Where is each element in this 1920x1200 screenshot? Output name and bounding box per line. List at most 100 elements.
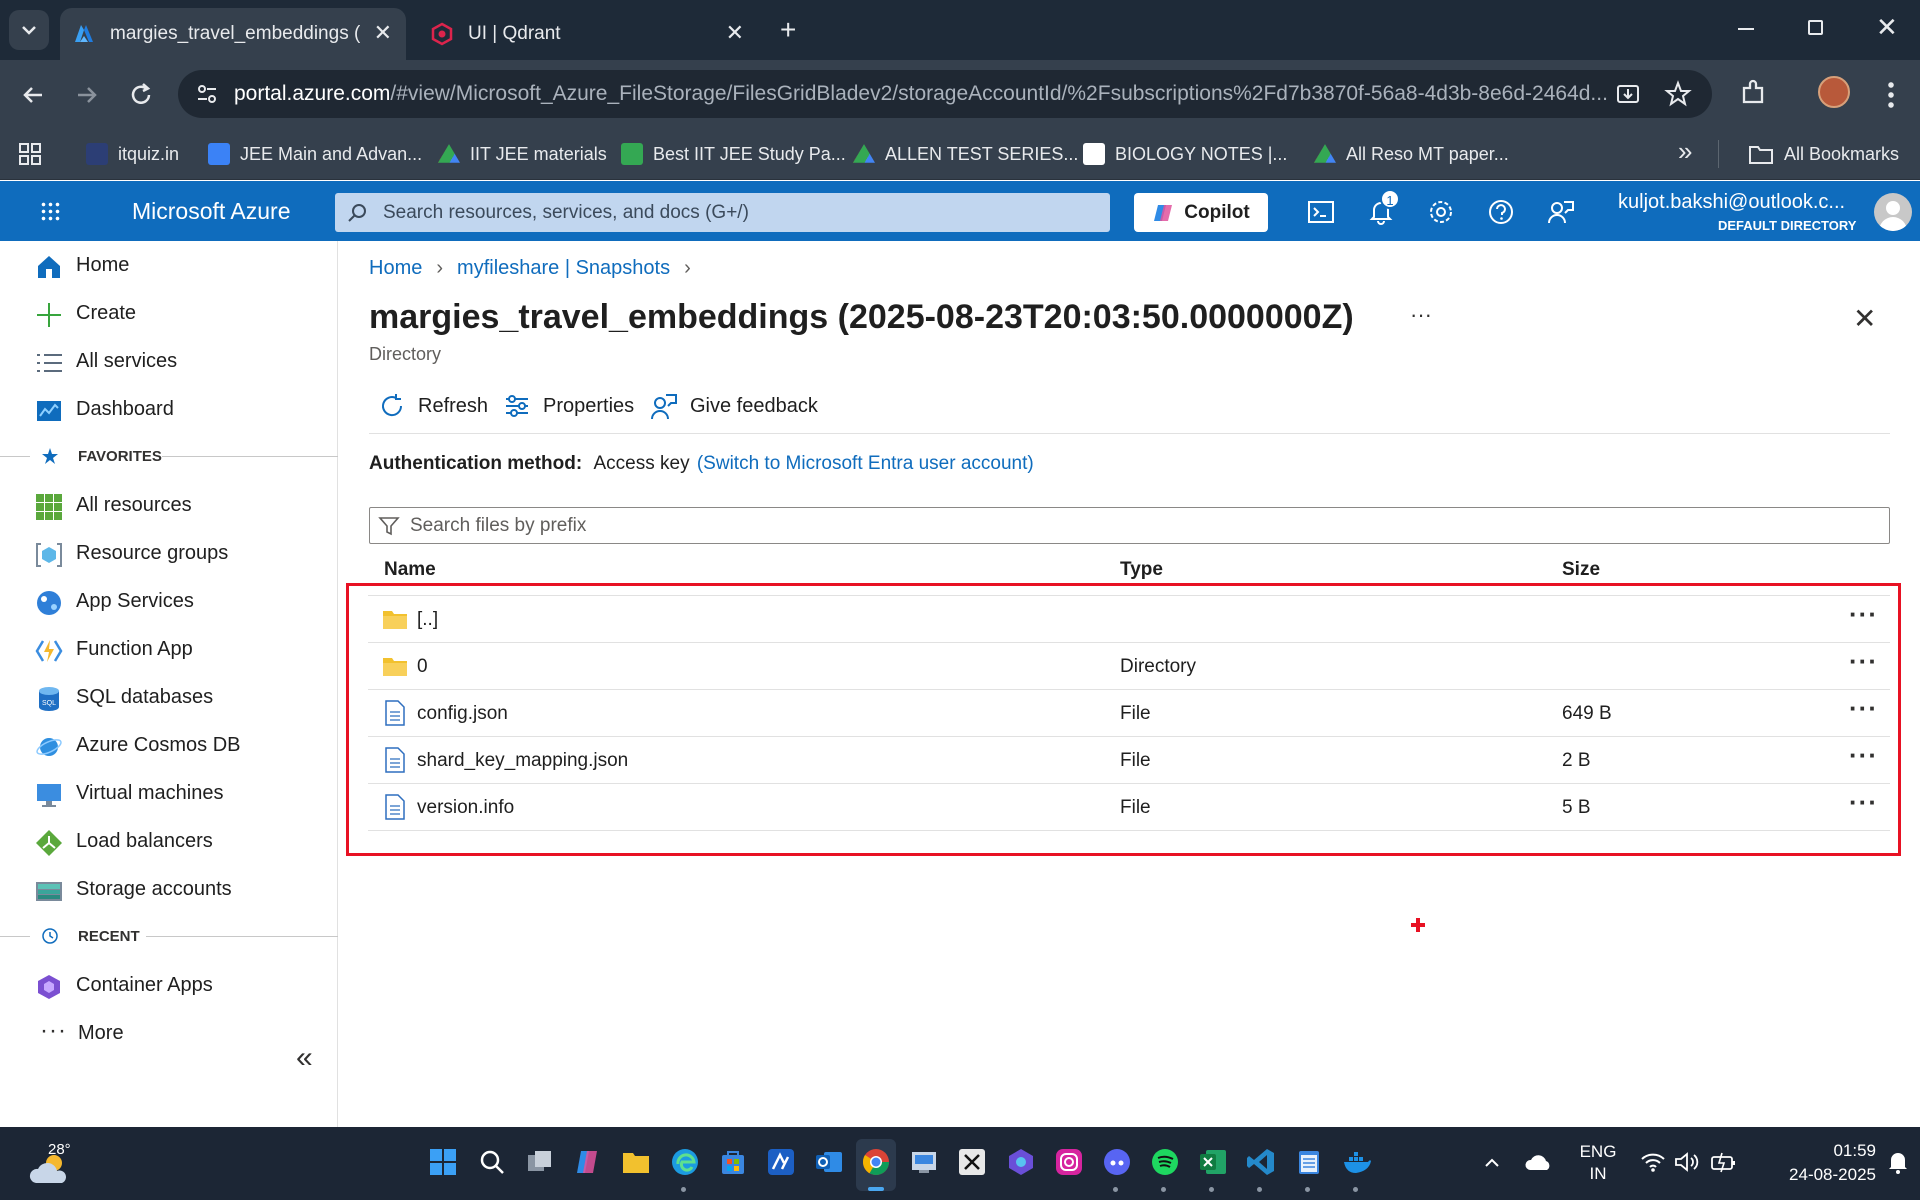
browser-menu-icon[interactable] <box>1888 80 1894 108</box>
breadcrumb-snapshots[interactable]: myfileshare | Snapshots <box>457 257 670 280</box>
store-icon[interactable] <box>718 1147 748 1177</box>
column-header-size[interactable]: Size <box>1562 559 1600 581</box>
apps-grid-icon[interactable] <box>18 142 42 166</box>
instagram-icon[interactable] <box>1054 1147 1084 1177</box>
sidebar-item-virtual-machines[interactable]: Virtual machines <box>0 769 338 817</box>
clock[interactable]: 01:59 24-08-2025 <box>1752 1139 1876 1187</box>
control-panel-icon[interactable] <box>909 1147 939 1177</box>
outlook-icon[interactable] <box>814 1147 844 1177</box>
sidebar-item-all-resources[interactable]: All resources <box>0 481 338 529</box>
switch-auth-link[interactable]: (Switch to Microsoft Entra user account) <box>697 453 1034 474</box>
favorites-label: FAVORITES <box>78 447 162 465</box>
windows-start-icon[interactable] <box>428 1147 458 1177</box>
restore-icon[interactable] <box>1808 20 1823 35</box>
sidebar-item-load-balancers[interactable]: Load balancers <box>0 817 338 865</box>
search-icon[interactable] <box>477 1147 507 1177</box>
close-blade-icon[interactable]: ✕ <box>1853 302 1876 335</box>
notification-center-icon[interactable] <box>1886 1149 1910 1175</box>
spotify-icon[interactable] <box>1150 1147 1180 1177</box>
copilot-app-icon[interactable] <box>1006 1147 1036 1177</box>
sidebar-item-sql-databases[interactable]: SQL SQL databases <box>0 673 338 721</box>
back-icon[interactable] <box>18 80 48 110</box>
user-email[interactable]: kuljot.bakshi@outlook.c... <box>1618 191 1845 214</box>
bookmark-all-reso[interactable]: All Reso MT paper... <box>1314 138 1509 170</box>
running-indicator <box>1305 1187 1310 1192</box>
sidebar-item-home[interactable]: Home <box>0 241 338 289</box>
wifi-icon[interactable] <box>1640 1151 1666 1173</box>
more-bookmarks-icon[interactable]: » <box>1678 136 1692 167</box>
sidebar-item-cosmos-db[interactable]: Azure Cosmos DB <box>0 721 338 769</box>
user-avatar[interactable] <box>1874 193 1912 231</box>
copilot-button[interactable]: Copilot <box>1134 193 1268 232</box>
onedrive-cloud-icon[interactable] <box>1524 1151 1552 1173</box>
breadcrumb-home[interactable]: Home <box>369 257 422 280</box>
sidebar-item-resource-groups[interactable]: Resource groups <box>0 529 338 577</box>
input-language[interactable]: ENG IN <box>1578 1141 1618 1185</box>
help-icon[interactable] <box>1486 197 1516 227</box>
extensions-icon[interactable] <box>1738 78 1768 108</box>
site-info-icon[interactable] <box>194 81 220 107</box>
bookmark-best-iit-jee[interactable]: Best IIT JEE Study Pa... <box>621 138 846 170</box>
azure-brand[interactable]: Microsoft Azure <box>132 198 291 225</box>
google-drive-icon <box>1314 144 1336 163</box>
all-bookmarks[interactable]: All Bookmarks <box>1748 138 1899 170</box>
sidebar-item-storage-accounts[interactable]: Storage accounts <box>0 865 338 913</box>
sidebar-item-container-apps[interactable]: Container Apps <box>0 961 338 1009</box>
column-header-type[interactable]: Type <box>1120 559 1163 581</box>
portal-menu-icon[interactable] <box>40 201 60 221</box>
minimize-icon[interactable] <box>1738 28 1754 30</box>
sidebar-item-label: Function App <box>76 637 193 660</box>
excel-icon[interactable] <box>1198 1147 1228 1177</box>
cloud-shell-icon[interactable] <box>1306 197 1336 227</box>
chevron-up-icon[interactable] <box>1482 1153 1502 1173</box>
settings-gear-icon[interactable] <box>1426 197 1456 227</box>
bookmark-star-icon[interactable] <box>1664 80 1692 108</box>
tab-qdrant[interactable]: UI | Qdrant ✕ <box>418 8 758 60</box>
azure-data-studio-icon[interactable] <box>766 1147 796 1177</box>
bookmark-biology-notes[interactable]: BIOLOGY NOTES |... <box>1083 138 1287 170</box>
address-bar[interactable]: portal.azure.com /#view/Microsoft_Azure_… <box>178 70 1712 118</box>
close-tab-icon[interactable]: ✕ <box>374 20 392 46</box>
sidebar-item-all-services[interactable]: All services <box>0 337 338 385</box>
file-prefix-search[interactable]: Search files by prefix <box>369 507 1890 544</box>
battery-charging-icon[interactable] <box>1710 1151 1738 1173</box>
bookmark-allen-test[interactable]: ALLEN TEST SERIES... <box>853 138 1078 170</box>
file-explorer-icon[interactable] <box>621 1147 651 1177</box>
tab-azure[interactable]: margies_travel_embeddings (20 ✕ <box>60 8 406 60</box>
vscode-icon[interactable] <box>1246 1147 1276 1177</box>
weather-widget[interactable]: 28° <box>26 1141 86 1187</box>
profile-avatar[interactable] <box>1818 76 1850 108</box>
give-feedback-button[interactable]: Give feedback <box>650 392 818 420</box>
bookmark-itquiz[interactable]: itquiz.in <box>86 138 179 170</box>
volume-icon[interactable] <box>1674 1151 1700 1173</box>
new-tab-button[interactable]: + <box>780 14 796 46</box>
page-more-icon[interactable]: ··· <box>1410 302 1432 328</box>
install-app-icon[interactable] <box>1614 80 1642 108</box>
sidebar-item-more[interactable]: ··· More <box>0 1009 338 1057</box>
notepad-icon[interactable] <box>1294 1147 1324 1177</box>
sidebar-item-create[interactable]: Create <box>0 289 338 337</box>
copilot-taskbar-icon[interactable] <box>573 1147 603 1177</box>
forward-icon[interactable] <box>72 80 102 110</box>
bookmark-jee-main[interactable]: JEE Main and Advan... <box>208 138 422 170</box>
azure-search-input[interactable]: Search resources, services, and docs (G+… <box>335 193 1110 232</box>
feedback-icon[interactable] <box>1546 197 1576 227</box>
reload-icon[interactable] <box>126 80 156 110</box>
tab-search-button[interactable] <box>9 10 49 50</box>
sidebar-item-app-services[interactable]: App Services <box>0 577 338 625</box>
x-twitter-icon[interactable] <box>957 1147 987 1177</box>
docker-icon[interactable] <box>1342 1147 1372 1177</box>
sidebar-item-dashboard[interactable]: Dashboard <box>0 385 338 433</box>
collapse-sidebar-icon[interactable]: « <box>296 1041 313 1075</box>
chrome-icon[interactable] <box>861 1147 891 1177</box>
sidebar-item-function-app[interactable]: Function App <box>0 625 338 673</box>
close-tab-icon[interactable]: ✕ <box>726 20 744 46</box>
task-view-icon[interactable] <box>525 1147 555 1177</box>
refresh-button[interactable]: Refresh <box>378 392 488 420</box>
discord-icon[interactable] <box>1102 1147 1132 1177</box>
properties-button[interactable]: Properties <box>503 392 634 420</box>
edge-icon[interactable] <box>670 1147 700 1177</box>
close-window-icon[interactable]: ✕ <box>1876 12 1898 43</box>
column-header-name[interactable]: Name <box>384 559 436 581</box>
bookmark-iit-jee-materials[interactable]: IIT JEE materials <box>438 138 607 170</box>
